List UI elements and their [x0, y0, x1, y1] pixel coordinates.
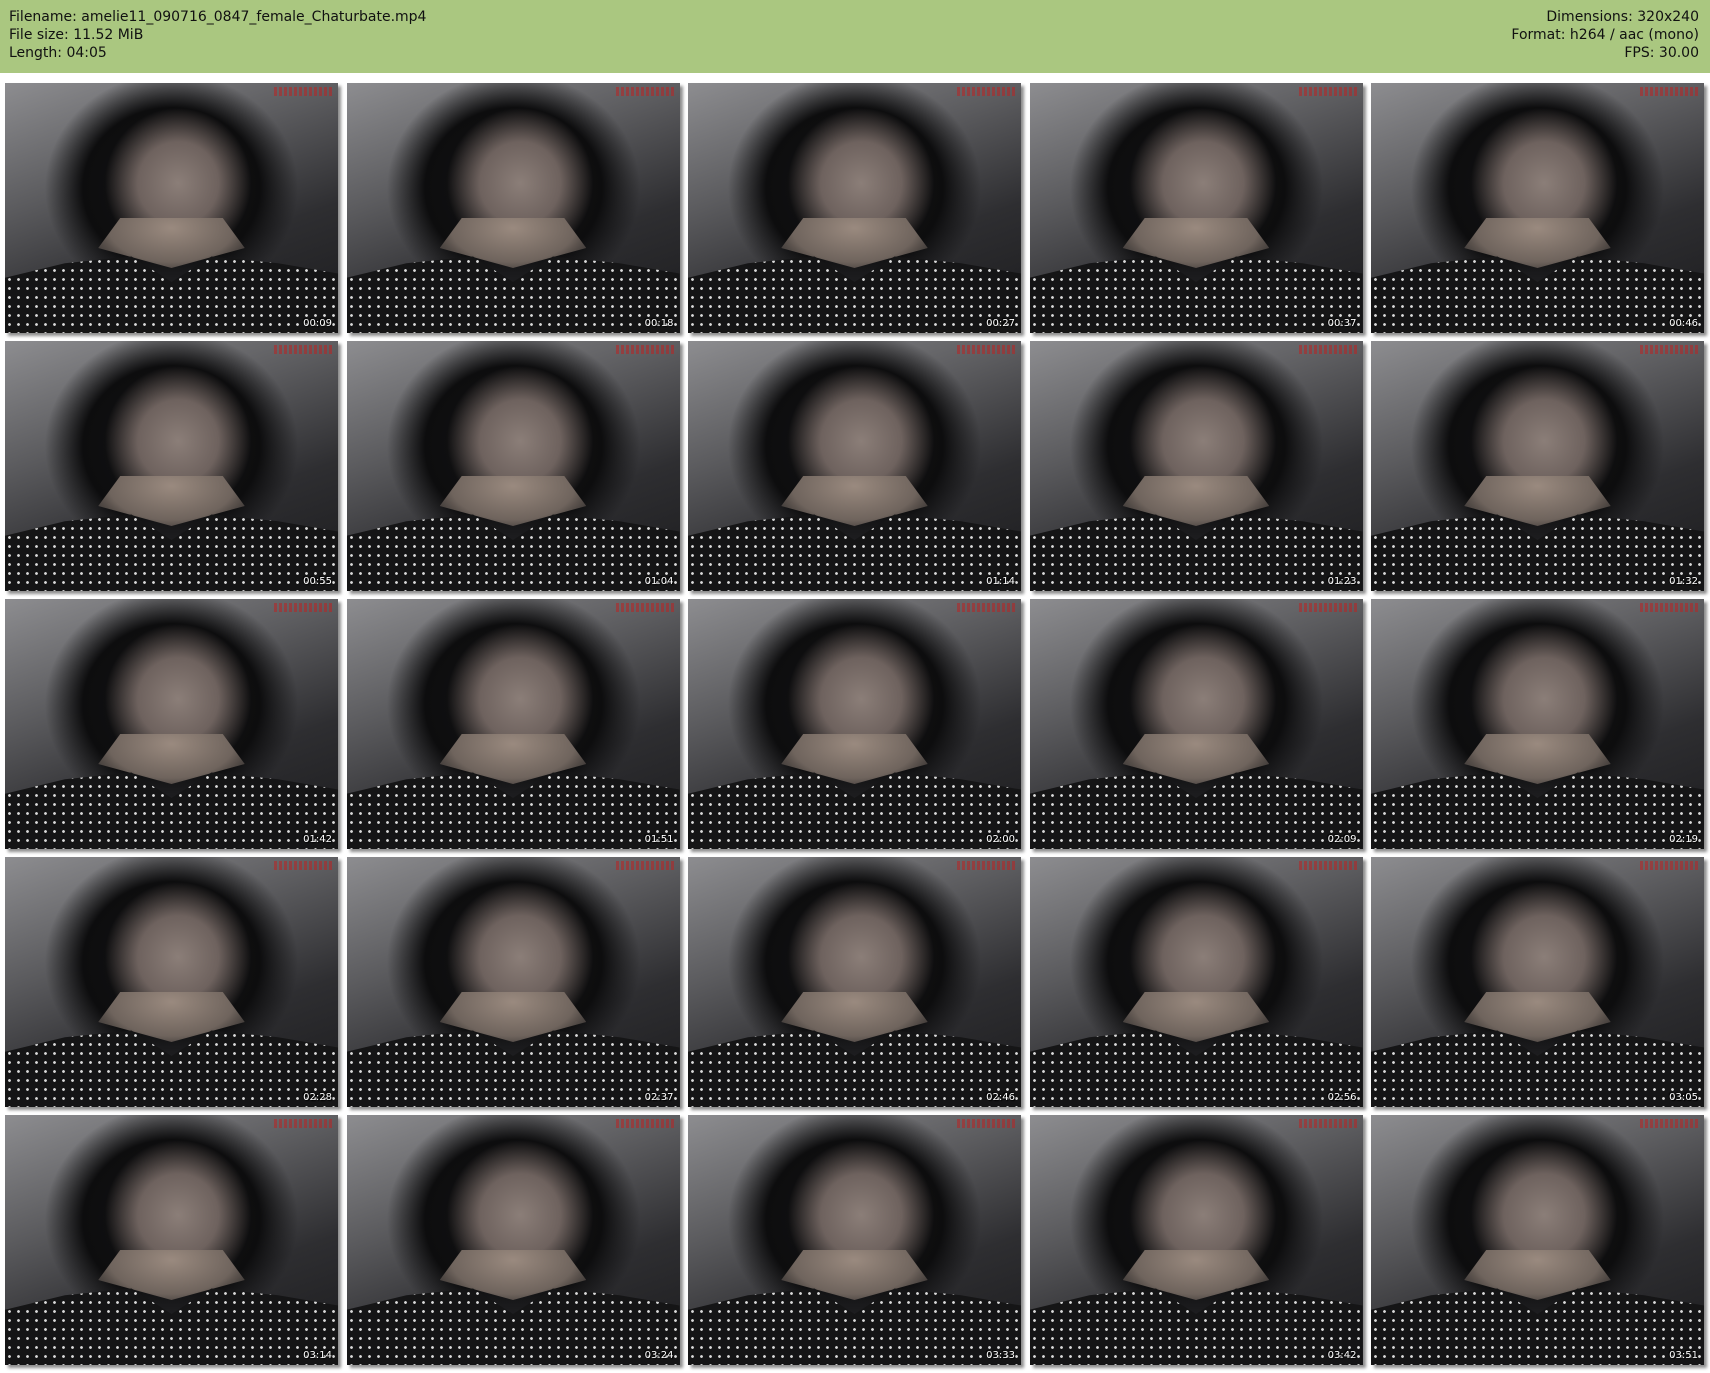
info-header: Filename: amelie11_090716_0847_female_Ch… [0, 0, 1710, 73]
watermark-logo [615, 861, 674, 870]
thumbnail-timestamp: 03:14 [303, 1350, 332, 1361]
watermark-logo [274, 345, 332, 354]
video-thumbnail: 00:55 [5, 341, 338, 591]
video-thumbnail: 01:14 [688, 341, 1021, 591]
thumbnail-timestamp: 00:46 [1669, 318, 1698, 329]
video-thumbnail: 01:04 [346, 341, 680, 591]
thumbnail-timestamp: 02:09 [1327, 834, 1357, 845]
format-text: Format: h264 / aac (mono) [1511, 27, 1699, 43]
watermark-logo [274, 87, 332, 96]
watermark-logo [615, 87, 674, 96]
watermark-logo [1640, 603, 1698, 612]
thumbnail-timestamp: 03:05 [1669, 1092, 1698, 1103]
video-thumbnail: 00:18 [346, 83, 680, 333]
watermark-logo [957, 87, 1015, 96]
video-thumbnail: 03:33 [688, 1115, 1021, 1365]
watermark-logo [1640, 345, 1698, 354]
file-info-right: Dimensions: 320x240 Format: h264 / aac (… [1511, 8, 1699, 62]
watermark-logo [1640, 87, 1698, 96]
video-thumbnail: 01:42 [5, 599, 338, 849]
thumbnail-timestamp: 01:23 [1327, 576, 1357, 587]
thumbnail-timestamp: 00:37 [1327, 318, 1357, 329]
watermark-logo [615, 1119, 674, 1128]
watermark-logo [957, 345, 1015, 354]
thumbnail-timestamp: 01:14 [986, 576, 1015, 587]
thumbnail-timestamp: 00:18 [644, 318, 674, 329]
thumbnail-timestamp: 03:42 [1327, 1350, 1357, 1361]
thumbnail-timestamp: 00:55 [303, 576, 332, 587]
length-text: Length: 04:05 [9, 45, 107, 61]
video-thumbnail: 03:51 [1371, 1115, 1704, 1365]
watermark-logo [615, 603, 674, 612]
thumbnail-timestamp: 02:00 [986, 834, 1015, 845]
thumbnail-timestamp: 02:19 [1669, 834, 1698, 845]
thumbnail-timestamp: 02:46 [986, 1092, 1015, 1103]
thumbnail-timestamp: 02:28 [303, 1092, 332, 1103]
video-thumbnail: 03:24 [346, 1115, 680, 1365]
watermark-logo [1298, 345, 1357, 354]
filename-text: Filename: amelie11_090716_0847_female_Ch… [9, 9, 427, 25]
video-thumbnail: 02:09 [1029, 599, 1363, 849]
thumbnail-timestamp: 00:27 [986, 318, 1015, 329]
video-thumbnail: 02:46 [688, 857, 1021, 1107]
watermark-logo [1298, 1119, 1357, 1128]
thumbnail-timestamp: 01:51 [644, 834, 674, 845]
thumbnail-timestamp: 01:42 [303, 834, 332, 845]
watermark-logo [274, 861, 332, 870]
video-thumbnail: 02:00 [688, 599, 1021, 849]
video-thumbnail: 01:23 [1029, 341, 1363, 591]
watermark-logo [1298, 861, 1357, 870]
video-thumbnail: 02:56 [1029, 857, 1363, 1107]
watermark-logo [1298, 87, 1357, 96]
watermark-logo [1640, 861, 1698, 870]
fps-text: FPS: 30.00 [1624, 45, 1699, 61]
video-thumbnail: 00:37 [1029, 83, 1363, 333]
thumbnail-timestamp: 03:24 [644, 1350, 674, 1361]
video-thumbnail: 03:14 [5, 1115, 338, 1365]
watermark-logo [957, 861, 1015, 870]
thumbnail-timestamp: 02:37 [644, 1092, 674, 1103]
file-info-left: Filename: amelie11_090716_0847_female_Ch… [9, 8, 426, 62]
video-thumbnail: 01:51 [346, 599, 680, 849]
video-thumbnail: 02:37 [346, 857, 680, 1107]
filesize-text: File size: 11.52 MiB [9, 27, 144, 43]
watermark-logo [615, 345, 674, 354]
video-thumbnail: 02:28 [5, 857, 338, 1107]
watermark-logo [1298, 603, 1357, 612]
thumbnail-timestamp: 01:04 [644, 576, 674, 587]
watermark-logo [1640, 1119, 1698, 1128]
thumbnail-timestamp: 02:56 [1327, 1092, 1357, 1103]
thumbnail-timestamp: 01:32 [1669, 576, 1698, 587]
video-thumbnail: 01:32 [1371, 341, 1704, 591]
video-thumbnail: 00:46 [1371, 83, 1704, 333]
thumbnail-grid: 00:09 00:18 00:27 00:37 00:46 00:55 01:04 01:14… [5, 83, 1705, 1368]
watermark-logo [957, 603, 1015, 612]
video-thumbnail: 00:27 [688, 83, 1021, 333]
thumbnail-timestamp: 00:09 [303, 318, 332, 329]
dimensions-text: Dimensions: 320x240 [1546, 9, 1699, 25]
video-thumbnail: 03:05 [1371, 857, 1704, 1107]
video-thumbnail: 00:09 [5, 83, 338, 333]
watermark-logo [274, 1119, 332, 1128]
watermark-logo [274, 603, 332, 612]
watermark-logo [957, 1119, 1015, 1128]
thumbnail-timestamp: 03:33 [986, 1350, 1015, 1361]
video-thumbnail: 02:19 [1371, 599, 1704, 849]
thumbnail-timestamp: 03:51 [1669, 1350, 1698, 1361]
video-thumbnail: 03:42 [1029, 1115, 1363, 1365]
